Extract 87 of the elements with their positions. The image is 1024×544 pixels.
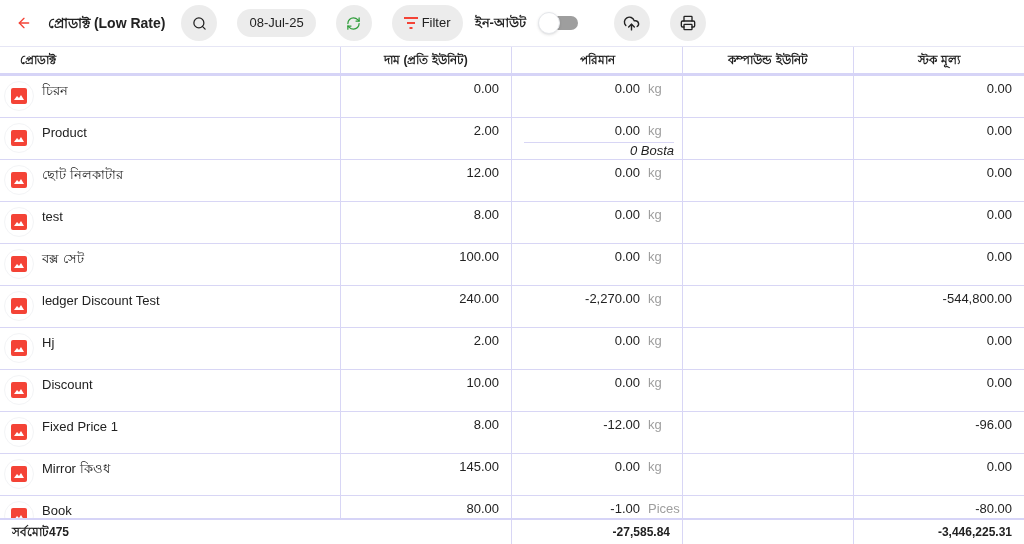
table-cell: 0.00 (986, 375, 1012, 390)
product-name: চিরন (42, 82, 68, 99)
toggle-label: ইন-আউট (474, 14, 526, 33)
quantity-value: -1.00 (610, 500, 640, 518)
product-name: Book (42, 502, 72, 518)
column-header: স্টক মূল্য (918, 52, 960, 69)
product-name: Discount (42, 376, 93, 393)
table-cell: 8.00 (473, 417, 499, 432)
unit-label: kg (648, 206, 663, 224)
product-name: ছোট নিলকাটার (42, 166, 123, 183)
column-header: পরিমান (579, 51, 615, 69)
table-cell: -96.00 (975, 417, 1012, 432)
unit-label: kg (648, 248, 663, 266)
product-image-icon (4, 375, 34, 405)
table-cell: 145.00 (459, 459, 499, 474)
date-field[interactable]: 08-Jul-25 (237, 9, 316, 37)
product-name: Product (42, 124, 87, 141)
table-cell: 0.00 (986, 81, 1012, 96)
product-image-icon (4, 333, 34, 363)
table-cell: 0.00 (986, 165, 1012, 180)
refresh-button[interactable] (335, 5, 372, 41)
table-cell: 80.00 (466, 501, 499, 516)
product-image-icon (4, 207, 34, 237)
product-image-icon (4, 249, 34, 279)
table-cell: 0.00 (986, 459, 1012, 474)
quantity-value: -12.00 (603, 416, 640, 434)
total-quantity: -27,585.84 (612, 524, 670, 541)
product-name: Hj (42, 334, 55, 351)
quantity-value: -2,270.00 (585, 290, 640, 308)
table-cell: -544,800.00 (942, 291, 1012, 306)
table-cell: 0.00 (473, 81, 499, 96)
total-value: -3,446,225.31 (937, 524, 1012, 541)
product-name: ledger Discount Test (42, 292, 160, 309)
product-image-icon (4, 291, 34, 321)
product-name: Fixed Price 1 (42, 418, 118, 435)
table-cell: 0.00 (986, 333, 1012, 348)
search-icon (191, 15, 207, 31)
unit-label: kg (648, 416, 663, 434)
quantity-value: 0.00 (614, 374, 640, 392)
quantity-value: 0.00 (614, 164, 640, 182)
product-image-icon (4, 417, 34, 447)
cloud-upload-icon (623, 14, 641, 32)
unit-label: kg (648, 332, 663, 350)
table-cell: 100.00 (459, 249, 499, 264)
search-button[interactable] (181, 5, 218, 41)
quantity-value: 0.00 (614, 458, 640, 476)
filter-button[interactable]: Filter (391, 5, 463, 41)
table-cell: 240.00 (459, 291, 499, 306)
upload-button[interactable] (613, 5, 650, 41)
product-image-icon (4, 81, 34, 111)
unit-label: kg (648, 290, 663, 308)
unit-label: kg (648, 80, 663, 98)
table-cell: -80.00 (975, 501, 1012, 516)
compound-quantity: 0 Bosta (629, 142, 674, 158)
table-cell: 0.00 (986, 249, 1012, 264)
quantity-value: 0.00 (614, 248, 640, 266)
refresh-icon (346, 15, 362, 31)
quantity-value: 0.00 (614, 122, 640, 140)
product-name: test (42, 208, 63, 225)
quantity-value: 0.00 (614, 206, 640, 224)
column-header: প্রোডাক্ট (20, 52, 56, 69)
unit-label: kg (648, 374, 663, 392)
page-title: প্রোডাক্ট (Low Rate) (48, 13, 166, 33)
column-header: কম্পাউন্ড ইউনিট (728, 51, 808, 69)
print-button[interactable] (669, 5, 706, 41)
table-cell: 10.00 (466, 375, 499, 390)
unit-label: kg (648, 164, 663, 182)
table-cell: 2.00 (473, 333, 499, 348)
column-header: দাম (প্রতি ইউনিট) (384, 51, 468, 69)
unit-label: Pices (648, 500, 678, 518)
table-cell: 12.00 (466, 165, 499, 180)
product-name: বক্স সেট (42, 250, 84, 267)
product-image-icon (4, 123, 34, 153)
total-label: সর্বমোট475 (12, 524, 70, 541)
quantity-value: 0.00 (614, 332, 640, 350)
table-cell: 0.00 (986, 123, 1012, 138)
product-image-icon (4, 459, 34, 489)
table-cell: 2.00 (473, 123, 499, 138)
product-name: Mirror কিওধ (42, 460, 110, 477)
table-cell: 0.00 (986, 207, 1012, 222)
quantity-value: 0.00 (614, 80, 640, 98)
filter-icon (403, 17, 418, 29)
unit-label: kg (648, 458, 663, 476)
table-cell: 8.00 (473, 207, 499, 222)
printer-icon (679, 15, 696, 31)
unit-label: kg (648, 122, 663, 140)
product-image-icon (4, 165, 34, 195)
